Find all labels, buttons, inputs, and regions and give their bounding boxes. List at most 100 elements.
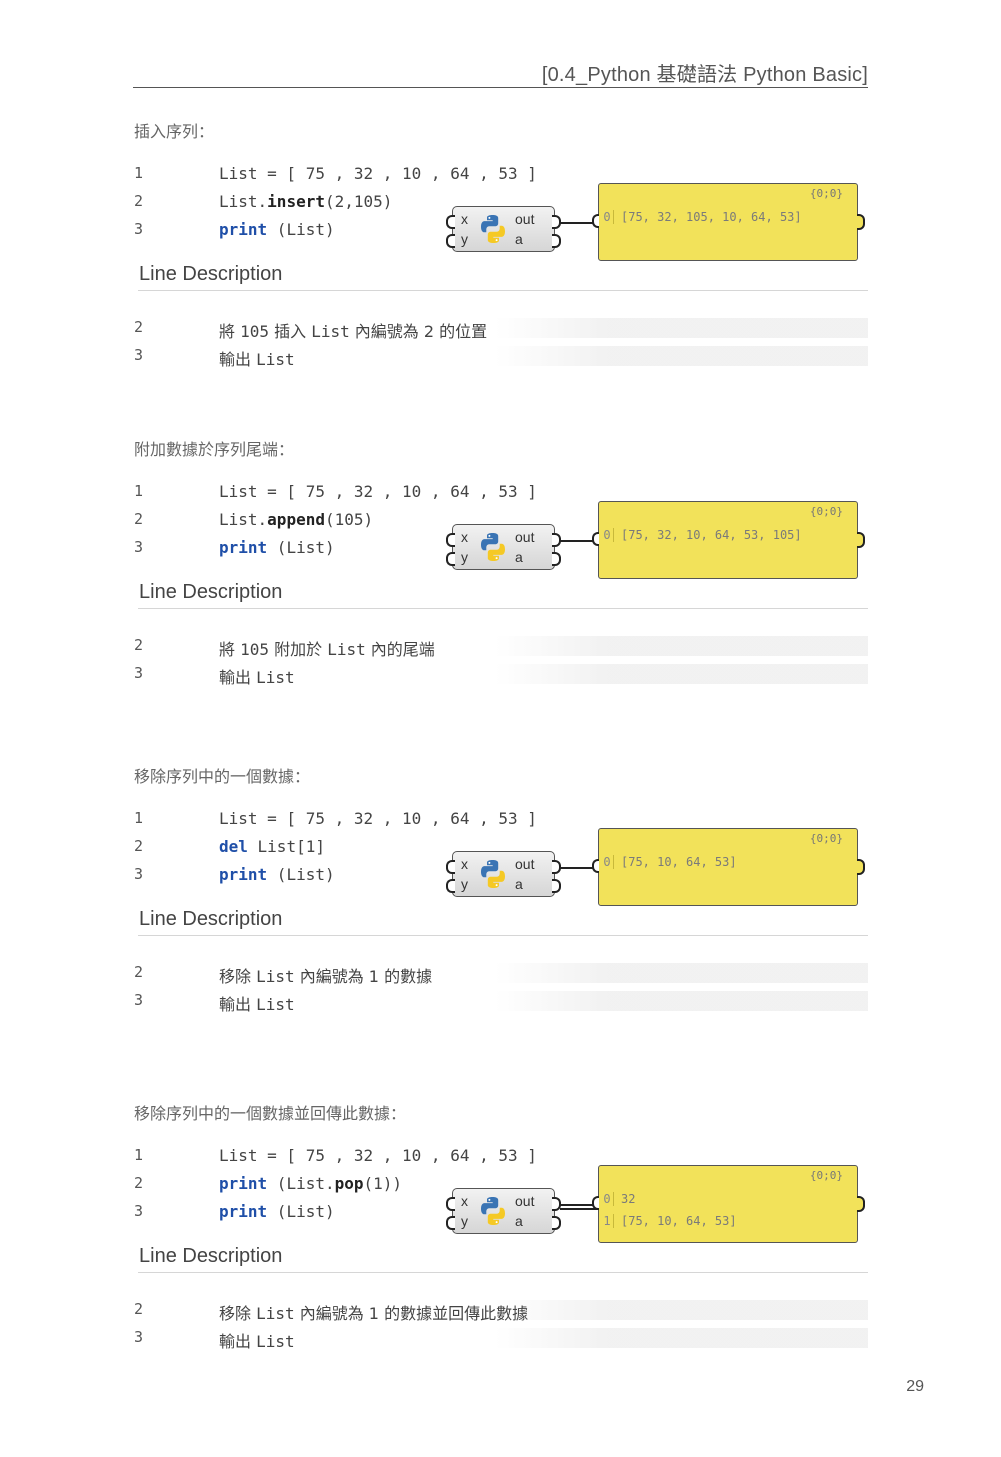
output-port-a[interactable]	[552, 234, 561, 248]
section-title: 移除序列中的一個數據：	[134, 767, 311, 786]
output-port-a[interactable]	[552, 1216, 561, 1230]
code-method: append	[267, 510, 325, 529]
description-fragment: 附加於	[269, 640, 328, 659]
panel-output-port[interactable]	[857, 532, 865, 548]
line-description-heading: Line Description	[139, 581, 283, 603]
description-highlight-band	[495, 1328, 868, 1348]
code-line: 2 List.append(105)	[0, 510, 440, 532]
code-text: print (List.pop(1))	[219, 1174, 402, 1193]
panel-row-value: [75, 32, 10, 64, 53, 105]	[621, 528, 802, 542]
panel-input-port[interactable]	[592, 1196, 599, 1210]
line-number: 2	[134, 318, 144, 336]
description-fragment: 移除	[219, 967, 257, 986]
output-panel[interactable]: {0;0} 0 [75, 32, 105, 10, 64, 53]	[592, 183, 865, 261]
line-number: 2	[134, 192, 144, 210]
python-script-component[interactable]: x y out a	[446, 524, 561, 570]
code-example-section: 插入序列： 1 List = [ 75 , 32 , 10 , 64 , 53 ] 2…	[0, 118, 1001, 418]
code-text: List = [ 75 , 32 , 10 , 64 , 53 ]	[219, 1146, 537, 1165]
description-fragment: 內編號為 2 的位置	[349, 322, 488, 341]
port-label-input-x: x	[461, 211, 468, 227]
output-panel[interactable]: {0;0} 0 32 1 [75, 10, 64, 53]	[592, 1165, 865, 1243]
line-number: 3	[134, 664, 144, 682]
code-fragment: List = [ 75 , 32 , 10 , 64 , 53 ]	[219, 1146, 537, 1165]
description-line: 2 移除 List 內編號為 1 的數據	[0, 961, 1001, 986]
output-panel[interactable]: {0;0} 0 [75, 32, 10, 64, 53, 105]	[592, 501, 865, 579]
output-port-a[interactable]	[552, 552, 561, 566]
panel-output-port[interactable]	[857, 214, 865, 230]
panel-input-port[interactable]	[592, 532, 599, 546]
panel-output-port[interactable]	[857, 859, 865, 875]
port-label-input-y: y	[461, 1213, 468, 1229]
python-logo-icon	[481, 215, 505, 243]
panel-output-port[interactable]	[857, 1196, 865, 1212]
input-port-x[interactable]	[446, 533, 455, 547]
description-fragment: List	[256, 995, 295, 1014]
description-text: 將 105 附加於 List 內的尾端	[219, 636, 435, 660]
python-logo-icon	[481, 1197, 505, 1225]
port-label-input-y: y	[461, 231, 468, 247]
line-number: 3	[134, 865, 144, 883]
line-number: 2	[134, 1174, 144, 1192]
code-line: 1 List = [ 75 , 32 , 10 , 64 , 53 ]	[0, 809, 537, 831]
input-port-y[interactable]	[446, 1216, 455, 1230]
python-script-component[interactable]: x y out a	[446, 206, 561, 252]
page-number: 29	[906, 1378, 924, 1395]
panel-path-tag: {0;0}	[809, 505, 843, 518]
description-text: 將 105 插入 List 內編號為 2 的位置	[219, 318, 487, 342]
panel-row-value: 32	[621, 1192, 636, 1206]
input-port-y[interactable]	[446, 879, 455, 893]
section-title: 附加數據於序列尾端：	[134, 440, 295, 459]
input-port-x[interactable]	[446, 215, 455, 229]
port-label-output-out: out	[515, 1193, 535, 1209]
panel-path-tag: {0;0}	[809, 1169, 843, 1182]
code-line: 3 print (List)	[0, 220, 440, 242]
code-fragment: (List)	[267, 1202, 335, 1221]
code-text: print (List)	[219, 1202, 335, 1221]
python-script-component[interactable]: x y out a	[446, 1188, 561, 1234]
description-text: 輸出 List	[219, 346, 295, 370]
output-panel[interactable]: {0;0} 0 [75, 10, 64, 53]	[592, 828, 865, 906]
input-port-y[interactable]	[446, 234, 455, 248]
code-text: List = [ 75 , 32 , 10 , 64 , 53 ]	[219, 164, 537, 183]
description-fragment: List	[311, 322, 350, 341]
code-method: pop	[334, 1174, 364, 1193]
description-text: 移除 List 內編號為 1 的數據並回傳此數據	[219, 1300, 528, 1324]
code-fragment: (List.	[267, 1174, 335, 1193]
description-highlight-band	[495, 963, 868, 983]
page-header-title: [0.4_Python 基礎語法 Python Basic]	[541, 64, 868, 86]
line-description-heading: Line Description	[139, 908, 283, 930]
description-highlight-band	[495, 1300, 868, 1320]
code-keyword: print	[219, 865, 268, 884]
python-script-component[interactable]: x y out a	[446, 851, 561, 897]
description-text: 輸出 List	[219, 664, 295, 688]
panel-row: 0 32	[599, 1192, 839, 1210]
description-line: 3 輸出 List	[0, 989, 1001, 1014]
line-description-heading: Line Description	[139, 263, 283, 285]
panel-row-index: 1	[601, 1214, 614, 1228]
panel-row-value: [75, 10, 64, 53]	[621, 1214, 737, 1228]
panel-row-index: 0	[601, 1192, 614, 1206]
input-port-y[interactable]	[446, 552, 455, 566]
input-port-x[interactable]	[446, 1197, 455, 1211]
description-fragment: 內編號為 1 的數據	[294, 967, 433, 986]
panel-input-port[interactable]	[592, 214, 599, 228]
description-fragment: List	[256, 1332, 295, 1351]
panel-row: 0 [75, 32, 105, 10, 64, 53]	[599, 210, 839, 228]
description-text: 輸出 List	[219, 1328, 295, 1352]
code-fragment: (105)	[324, 510, 374, 529]
port-label-output-out: out	[515, 211, 535, 227]
output-port-a[interactable]	[552, 879, 561, 893]
port-label-output-out: out	[515, 856, 535, 872]
port-label-output-out: out	[515, 529, 535, 545]
panel-input-port[interactable]	[592, 859, 599, 873]
code-line: 2 del List[1]	[0, 837, 440, 859]
description-fragment: List	[256, 1304, 295, 1323]
code-text: print (List)	[219, 865, 335, 884]
line-number: 3	[134, 538, 144, 556]
input-port-x[interactable]	[446, 860, 455, 874]
code-line: 3 print (List)	[0, 1202, 440, 1224]
description-fragment: 105	[240, 640, 269, 659]
description-fragment: 輸出	[219, 1332, 257, 1351]
line-number: 3	[134, 220, 144, 238]
code-keyword: del	[219, 837, 248, 856]
